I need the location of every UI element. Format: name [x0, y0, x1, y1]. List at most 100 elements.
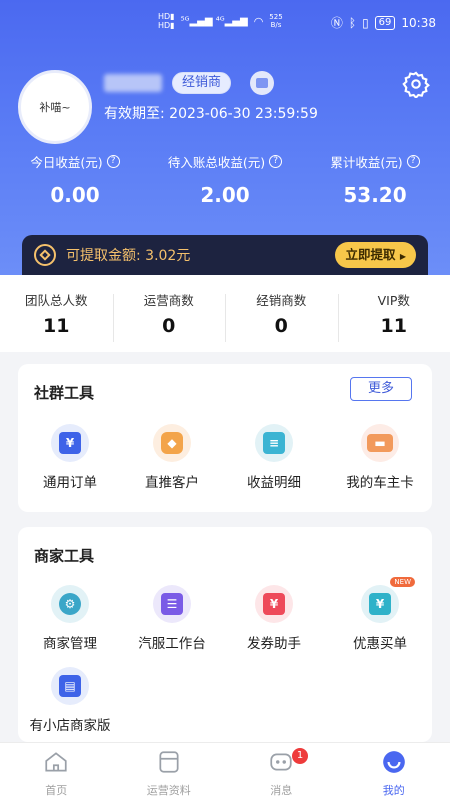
tool-service-workbench[interactable]: ☰ 汽服工作台 [122, 585, 222, 652]
document-icon [159, 751, 179, 773]
team-stats: 团队总人数 11 运营商数 0 经销商数 0 VIP数 11 [0, 275, 450, 352]
store-icon: ▤ [51, 667, 89, 705]
status-bar-left: HD▮ HD▮ ⁵ᴳ▂▄▆ ⁴ᴳ▂▄▆ ◠ 525 B/s [158, 12, 283, 30]
withdraw-amount: 可提取金额: 3.02元 [66, 248, 191, 264]
stat-label: 待入账总收益(元) [167, 155, 266, 170]
team-stat-value: 11 [380, 315, 407, 337]
status-bar-right: Ⓝ ᛒ ▯ 69 10:38 [331, 14, 436, 31]
battery-indicator: 69 [374, 15, 396, 30]
message-icon [270, 753, 292, 771]
tool-label: 直推客户 [145, 475, 199, 491]
tool-label: 汽服工作台 [138, 636, 206, 652]
tab-messages[interactable]: 消息 [225, 743, 338, 800]
withdraw-button-label: 立即提取 [345, 247, 396, 262]
tool-label: 有小店商家版 [29, 718, 111, 734]
bottom-tab-bar: 首页 运营资料 消息 我的 1 [0, 742, 450, 800]
help-icon[interactable]: ? [406, 155, 420, 168]
tool-discount-bill[interactable]: ¥ NEW 优惠买单 [330, 577, 430, 652]
tool-label: 收益明细 [247, 475, 301, 491]
tool-general-order[interactable]: ¥ 通用订单 [20, 424, 120, 491]
tool-label: 发券助手 [247, 636, 301, 652]
discount-bill-icon: ¥ NEW [361, 577, 415, 623]
validity-label: 有效期至: [104, 106, 165, 122]
withdraw-button[interactable]: 立即提取 ▶ [335, 242, 416, 268]
section-title: 商家工具 [34, 547, 95, 565]
team-total[interactable]: 团队总人数 11 [0, 290, 113, 337]
customer-icon: ◆ [153, 424, 191, 462]
new-badge: NEW [390, 577, 415, 587]
withdraw-bar: 可提取金额: 3.02元 立即提取 ▶ [22, 235, 428, 275]
tool-label: 商家管理 [43, 636, 97, 652]
validity-date: 2023-06-30 23:59:59 [169, 106, 318, 122]
gear-icon[interactable] [402, 70, 430, 98]
triangle-right-icon: ▶ [399, 252, 406, 261]
card-icon: ▬ [361, 424, 399, 462]
wifi-icon: ◠ [253, 14, 264, 28]
network-speed: 525 B/s [269, 13, 283, 29]
nfc-icon: Ⓝ [330, 16, 343, 30]
settings-icon: ⚙ [51, 585, 89, 623]
status-bar: HD▮ HD▮ ⁵ᴳ▂▄▆ ⁴ᴳ▂▄▆ ◠ 525 B/s Ⓝ ᛒ ▯ 69 10… [0, 0, 450, 40]
tool-store-merchant[interactable]: ▤ 有小店商家版 [20, 667, 120, 734]
tab-home[interactable]: 首页 [0, 743, 113, 800]
user-name-blurred [104, 74, 162, 92]
section-title: 社群工具 [34, 384, 95, 402]
social-tools-card: 社群工具 更多 ¥ 通用订单 ◆ 直推客户 ≡ 收益明细 ▬ 我的车主卡 [18, 364, 432, 512]
tool-coupon-assistant[interactable]: ¥ 发券助手 [224, 585, 324, 652]
tool-owner-card[interactable]: ▬ 我的车主卡 [330, 424, 430, 491]
tool-merchant-management[interactable]: ⚙ 商家管理 [20, 585, 120, 652]
team-stat-value: 0 [274, 315, 288, 337]
tab-label: 首页 [45, 784, 68, 797]
profile-icon [382, 751, 405, 773]
team-stat-label: VIP数 [377, 293, 410, 308]
stat-label: 今日收益(元) [30, 155, 103, 170]
coin-icon [34, 244, 56, 266]
bluetooth-icon: ᛒ [348, 15, 357, 30]
stat-value: 2.00 [200, 183, 250, 207]
tab-mine[interactable]: 我的 [338, 743, 450, 800]
earnings-pending: 待入账总收益(元)? 2.00 [150, 152, 300, 207]
earnings-total: 累计收益(元)? 53.20 [300, 152, 450, 207]
workbench-icon: ☰ [153, 585, 191, 623]
team-stat-label: 运营商数 [143, 293, 194, 308]
stat-value: 53.20 [343, 183, 407, 207]
clock: 10:38 [401, 15, 436, 30]
tab-label: 消息 [270, 784, 293, 797]
earnings-today: 今日收益(元)? 0.00 [0, 152, 150, 207]
home-icon [45, 752, 67, 772]
team-stat-value: 0 [162, 315, 176, 337]
stat-label: 累计收益(元) [330, 155, 403, 170]
role-badge: 经销商 [172, 72, 232, 94]
sim-signal-icon: HD▮ HD▮ [158, 12, 175, 30]
tool-earnings-detail[interactable]: ≡ 收益明细 [224, 424, 324, 491]
earnings-stats: 今日收益(元)? 0.00 待入账总收益(元)? 2.00 累计收益(元)? 5… [0, 152, 450, 207]
team-stat-label: 经销商数 [256, 293, 307, 308]
validity-line: 有效期至: 2023-06-30 23:59:59 [104, 103, 318, 123]
tool-label: 通用订单 [43, 475, 97, 491]
tab-operations[interactable]: 运营资料 [113, 743, 226, 800]
message-badge: 1 [292, 748, 308, 764]
level-icon[interactable] [250, 71, 274, 95]
signal-bars-icon: ⁵ᴳ▂▄▆ ⁴ᴳ▂▄▆ [180, 15, 248, 27]
tool-direct-customers[interactable]: ◆ 直推客户 [122, 424, 222, 491]
tab-label: 运营资料 [146, 784, 191, 797]
coupon-icon: ¥ [255, 585, 293, 623]
vibrate-icon: ▯ [362, 15, 369, 30]
order-icon: ¥ [51, 424, 89, 462]
avatar-text: 补喵~ [39, 101, 71, 114]
stat-value: 0.00 [50, 183, 100, 207]
team-vip[interactable]: VIP数 11 [337, 290, 450, 342]
tool-label: 我的车主卡 [346, 475, 414, 491]
help-icon[interactable]: ? [106, 155, 120, 168]
tool-label: 优惠买单 [353, 636, 407, 652]
merchant-tools-card: 商家工具 ⚙ 商家管理 ☰ 汽服工作台 ¥ 发券助手 ¥ NEW 优惠买单 ▤ … [18, 527, 432, 742]
tab-label: 我的 [382, 784, 405, 797]
more-button[interactable]: 更多 [350, 377, 412, 401]
receipt-icon: ≡ [255, 424, 293, 462]
help-icon[interactable]: ? [269, 155, 283, 168]
team-dealers[interactable]: 经销商数 0 [225, 290, 338, 342]
team-stat-value: 11 [43, 315, 70, 337]
team-operators[interactable]: 运营商数 0 [112, 290, 226, 342]
avatar[interactable]: 补喵~ [18, 70, 92, 144]
team-stat-label: 团队总人数 [24, 293, 88, 308]
